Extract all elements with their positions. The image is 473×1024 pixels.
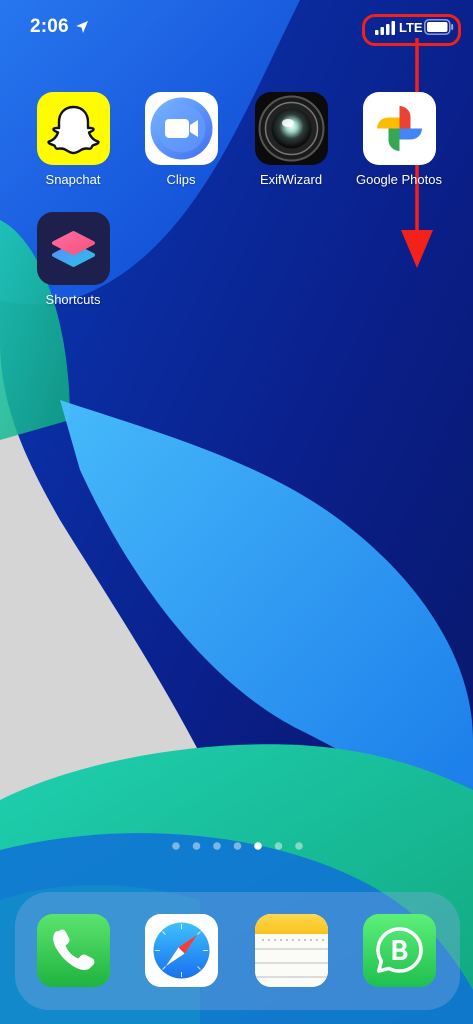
page-dot <box>233 842 242 850</box>
app-label: Shortcuts <box>45 292 101 307</box>
app-label: Clips <box>166 172 196 187</box>
app-snapchat[interactable]: Snapchat <box>25 92 121 187</box>
dock-app-whatsapp-business[interactable] <box>363 914 436 987</box>
phone-handset-icon <box>37 914 110 987</box>
clips-camera-icon <box>144 92 218 165</box>
location-arrow-icon <box>76 21 88 33</box>
google-photos-pinwheel-icon <box>362 92 436 165</box>
page-dot-current <box>254 842 262 850</box>
dock-app-safari[interactable] <box>145 914 218 987</box>
app-label: Google Photos <box>355 172 442 187</box>
whatsapp-business-icon <box>363 914 436 987</box>
app-exifwizard[interactable]: ExifWizard <box>243 92 339 187</box>
page-dot <box>213 842 221 850</box>
page-dot <box>274 842 283 850</box>
app-label: Snapchat <box>45 172 101 187</box>
shortcuts-layers-icon <box>36 212 110 285</box>
snapchat-ghost-icon <box>36 92 110 165</box>
page-indicator[interactable] <box>166 840 306 852</box>
exifwizard-lens-icon <box>254 92 328 165</box>
dock-app-phone[interactable] <box>37 914 110 987</box>
page-dot <box>295 842 303 850</box>
safari-compass-icon <box>145 914 218 987</box>
home-screen[interactable]: 2:06 LTE Snapchat Clips ExifWizard Googl… <box>0 0 473 1024</box>
app-google-photos[interactable]: Google Photos <box>351 92 447 187</box>
app-shortcuts[interactable]: Shortcuts <box>25 212 121 307</box>
app-clips[interactable]: Clips <box>133 92 229 187</box>
status-time: 2:06 <box>30 16 69 37</box>
page-dot <box>192 842 201 850</box>
page-dot <box>172 842 180 850</box>
dock-app-notes[interactable] <box>255 914 328 987</box>
app-label: ExifWizard <box>259 172 323 187</box>
notes-paper-icon <box>255 914 328 987</box>
